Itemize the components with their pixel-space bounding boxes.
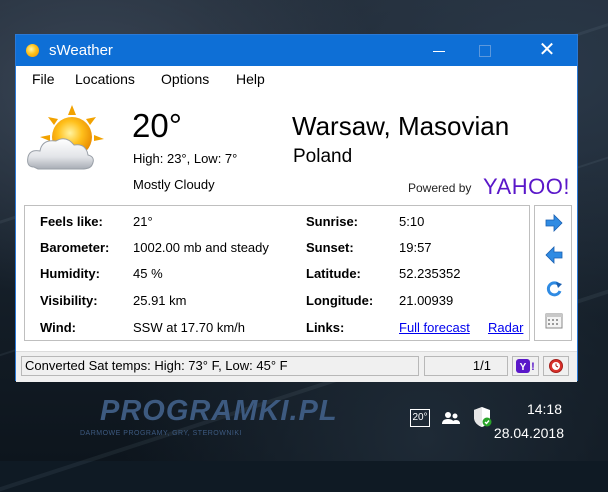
calendar-icon[interactable] bbox=[545, 312, 563, 330]
wind-value: SSW at 17.70 km/h bbox=[133, 320, 245, 335]
sun-app-icon bbox=[26, 44, 39, 57]
feels-like-value: 21° bbox=[133, 214, 153, 229]
feels-like-label: Feels like: bbox=[40, 214, 103, 229]
watermark-subtitle: DARMOWE PROGRAMY, GRY, STEROWNIKI bbox=[80, 430, 242, 437]
menu-locations[interactable]: Locations bbox=[75, 71, 135, 87]
visibility-label: Visibility: bbox=[40, 293, 98, 308]
country-name: Poland bbox=[293, 146, 353, 167]
status-text: Converted Sat temps: High: 73° F, Low: 4… bbox=[21, 356, 419, 376]
menu-options[interactable]: Options bbox=[161, 71, 209, 87]
arrow-right-icon[interactable] bbox=[545, 214, 563, 232]
clock-date[interactable]: 28.04.2018 bbox=[492, 425, 564, 441]
clock-time[interactable]: 14:18 bbox=[522, 401, 562, 417]
yahoo-status-button[interactable]: Y ! bbox=[512, 356, 539, 376]
radar-link[interactable]: Radar bbox=[488, 320, 523, 335]
partly-cloudy-icon bbox=[27, 105, 104, 170]
page-indicator: 1/1 bbox=[424, 356, 508, 376]
minimize-button[interactable] bbox=[416, 35, 462, 66]
alarm-clock-icon bbox=[549, 359, 563, 373]
arrow-left-icon[interactable] bbox=[545, 246, 563, 264]
close-button[interactable]: ✕ bbox=[524, 35, 570, 66]
sunset-value: 19:57 bbox=[399, 240, 432, 255]
menu-file[interactable]: File bbox=[32, 71, 55, 87]
svg-text:!: ! bbox=[531, 361, 535, 373]
sunset-label: Sunset: bbox=[306, 240, 354, 255]
people-icon[interactable] bbox=[441, 410, 461, 426]
longitude-value: 21.00939 bbox=[399, 293, 454, 308]
current-temperature: 20° bbox=[132, 107, 182, 144]
svg-text:Y: Y bbox=[520, 362, 527, 373]
barometer-value: 1002.00 mb and steady bbox=[133, 240, 269, 255]
watermark-logo: PROGRAMKI.PL bbox=[100, 395, 338, 427]
side-button-panel bbox=[534, 205, 572, 341]
sunrise-value: 5:10 bbox=[399, 214, 425, 229]
maximize-icon bbox=[479, 45, 491, 57]
menu-help[interactable]: Help bbox=[236, 71, 265, 87]
weather-condition: Mostly Cloudy bbox=[133, 177, 215, 192]
refresh-icon[interactable] bbox=[545, 280, 563, 298]
title-bar[interactable]: sWeather ✕ bbox=[16, 35, 577, 66]
high-low-temperature: High: 23°, Low: 7° bbox=[133, 151, 238, 166]
latitude-label: Latitude: bbox=[306, 266, 361, 281]
status-bar: Converted Sat temps: High: 73° F, Low: 4… bbox=[16, 351, 577, 382]
sweather-window: sWeather ✕ File Locations Options Help 2… bbox=[15, 34, 578, 382]
longitude-label: Longitude: bbox=[306, 293, 374, 308]
humidity-label: Humidity: bbox=[40, 266, 100, 281]
links-label: Links: bbox=[306, 320, 345, 335]
yahoo-icon: Y ! bbox=[516, 359, 535, 373]
humidity-value: 45 % bbox=[133, 266, 163, 281]
barometer-label: Barometer: bbox=[40, 240, 110, 255]
minimize-icon bbox=[433, 51, 445, 52]
visibility-value: 25.91 km bbox=[133, 293, 187, 308]
full-forecast-link[interactable]: Full forecast bbox=[399, 320, 470, 335]
menu-bar: File Locations Options Help bbox=[16, 66, 577, 89]
city-name: Warsaw, Masovian bbox=[292, 111, 510, 141]
weather-details-panel: Feels like: 21° Barometer: 1002.00 mb an… bbox=[24, 205, 530, 341]
powered-by-label: Powered by bbox=[408, 181, 472, 195]
sunrise-label: Sunrise: bbox=[306, 214, 359, 229]
tray-weather-icon[interactable]: 20° bbox=[410, 409, 430, 427]
alarm-status-button[interactable] bbox=[543, 356, 569, 376]
wind-label: Wind: bbox=[40, 320, 76, 335]
window-title: sWeather bbox=[49, 42, 113, 59]
latitude-value: 52.235352 bbox=[399, 266, 461, 281]
defender-shield-icon[interactable] bbox=[472, 406, 492, 428]
maximize-button[interactable] bbox=[462, 35, 508, 66]
yahoo-logo[interactable]: YAHOO! bbox=[483, 174, 570, 200]
